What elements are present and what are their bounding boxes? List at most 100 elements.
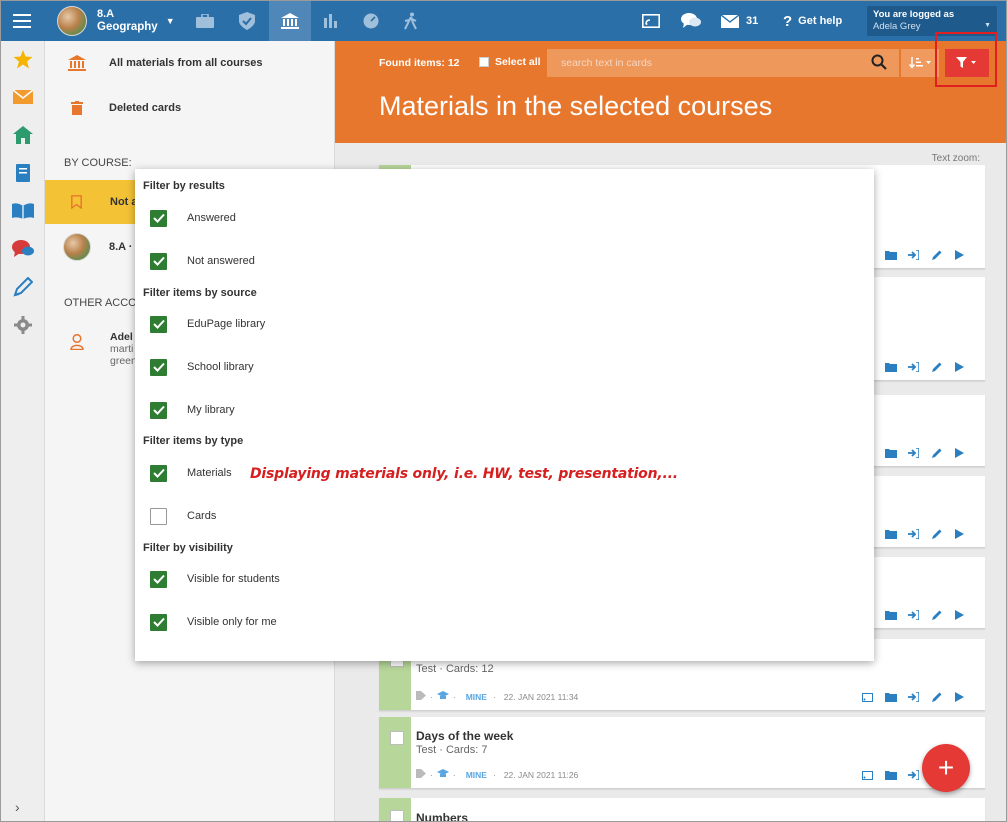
text-zoom-label: Text zoom: bbox=[931, 153, 980, 164]
filter-group-title: Filter items by type bbox=[143, 435, 244, 447]
pencil-icon[interactable] bbox=[925, 609, 948, 621]
user-icon bbox=[70, 333, 84, 353]
subject-name: Geography bbox=[97, 21, 158, 33]
tag-icon[interactable] bbox=[416, 769, 426, 780]
card-subtitle: Test · Cards: 7 bbox=[416, 744, 488, 756]
play-icon[interactable] bbox=[948, 528, 971, 540]
help-label: Get help bbox=[798, 15, 843, 27]
play-icon[interactable] bbox=[948, 249, 971, 261]
deleted-cards-label: Deleted cards bbox=[109, 102, 182, 114]
shield-check-icon[interactable] bbox=[227, 1, 267, 41]
chat-bubbles-icon[interactable] bbox=[671, 1, 711, 41]
card-actions bbox=[879, 609, 971, 621]
by-course-heading: BY COURSE: bbox=[64, 157, 132, 169]
sign-in-icon[interactable] bbox=[902, 691, 925, 703]
sort-button[interactable] bbox=[901, 49, 939, 77]
play-icon[interactable] bbox=[948, 361, 971, 373]
folder-icon[interactable] bbox=[879, 528, 902, 540]
notebook-icon[interactable] bbox=[11, 161, 35, 185]
course-selector[interactable]: 8.A Geography ▼ bbox=[45, 1, 185, 41]
sign-in-icon[interactable] bbox=[902, 361, 925, 373]
search-input[interactable]: search text in cards bbox=[547, 49, 899, 77]
messages-button[interactable]: 31 bbox=[721, 1, 758, 41]
help-button[interactable]: ? Get help bbox=[783, 1, 842, 41]
play-icon[interactable] bbox=[948, 447, 971, 459]
screen-cast-icon[interactable] bbox=[856, 769, 879, 781]
screen-cast-icon[interactable] bbox=[631, 1, 671, 41]
filter-visible-students[interactable]: Visible for students bbox=[150, 570, 280, 588]
material-card[interactable]: Days of the week Test · Cards: 7 · · MIN… bbox=[379, 717, 985, 789]
bar-chart-icon[interactable] bbox=[311, 1, 351, 41]
graduation-cap-icon[interactable] bbox=[436, 691, 449, 702]
filter-not-answered[interactable]: Not answered bbox=[150, 252, 255, 270]
folder-icon[interactable] bbox=[879, 361, 902, 373]
gear-icon[interactable] bbox=[11, 313, 35, 337]
filter-edupage-library[interactable]: EduPage library bbox=[150, 315, 265, 333]
folder-icon[interactable] bbox=[879, 609, 902, 621]
filter-materials[interactable]: Materials bbox=[150, 464, 232, 482]
material-card[interactable]: Numbers bbox=[379, 798, 985, 821]
filter-visible-me[interactable]: Visible only for me bbox=[150, 613, 277, 631]
filter-label: School library bbox=[187, 361, 254, 373]
envelope-icon[interactable] bbox=[11, 85, 35, 109]
all-materials-link[interactable]: All materials from all courses bbox=[45, 48, 335, 78]
deleted-cards-link[interactable]: Deleted cards bbox=[45, 93, 335, 123]
chat-icon[interactable] bbox=[11, 237, 35, 261]
pen-icon[interactable] bbox=[11, 275, 35, 299]
filter-group-title: Filter items by source bbox=[143, 287, 257, 299]
folder-icon[interactable] bbox=[879, 691, 902, 703]
menu-icon[interactable] bbox=[1, 1, 43, 41]
home-icon[interactable] bbox=[11, 123, 35, 147]
speedometer-icon[interactable] bbox=[351, 1, 391, 41]
checkbox-checked-icon bbox=[150, 613, 167, 631]
chevron-right-icon[interactable]: › bbox=[15, 799, 20, 815]
highlight-box bbox=[935, 32, 997, 87]
sign-in-icon[interactable] bbox=[902, 609, 925, 621]
institution-icon[interactable] bbox=[269, 1, 311, 41]
open-book-icon[interactable] bbox=[11, 199, 35, 223]
top-bar: 8.A Geography ▼ 31 ? Get help You are lo… bbox=[1, 1, 1006, 41]
all-materials-label: All materials from all courses bbox=[109, 57, 263, 69]
folder-icon[interactable] bbox=[879, 769, 902, 781]
search-icon[interactable] bbox=[871, 54, 887, 73]
course-item-label: 8.A · bbox=[109, 241, 133, 253]
filter-my-library[interactable]: My library bbox=[150, 401, 235, 419]
checkbox-checked-icon bbox=[150, 358, 167, 376]
tag-icon[interactable] bbox=[416, 691, 426, 702]
card-checkbox[interactable] bbox=[390, 810, 404, 821]
play-icon[interactable] bbox=[948, 691, 971, 703]
pencil-icon[interactable] bbox=[925, 528, 948, 540]
pencil-icon[interactable] bbox=[925, 249, 948, 261]
walking-icon[interactable] bbox=[391, 1, 431, 41]
caret-down-icon: ▼ bbox=[165, 16, 175, 26]
sign-in-icon[interactable] bbox=[902, 249, 925, 261]
sign-in-icon[interactable] bbox=[902, 447, 925, 459]
filter-popup: Filter by results Answered Not answered … bbox=[135, 169, 874, 661]
sign-in-icon[interactable] bbox=[902, 528, 925, 540]
pencil-icon[interactable] bbox=[925, 361, 948, 373]
graduation-cap-icon[interactable] bbox=[436, 769, 449, 780]
filter-label: Materials bbox=[187, 467, 232, 479]
page-title: Materials in the selected courses bbox=[379, 91, 773, 121]
play-icon[interactable] bbox=[948, 609, 971, 621]
checkbox-checked-icon bbox=[150, 401, 167, 419]
account-detail: marti bbox=[110, 343, 134, 355]
briefcase-icon[interactable] bbox=[185, 1, 225, 41]
trash-icon bbox=[45, 101, 109, 115]
add-button[interactable]: + bbox=[922, 744, 970, 792]
pencil-icon[interactable] bbox=[925, 691, 948, 703]
screen-cast-icon[interactable] bbox=[856, 691, 879, 703]
card-checkbox[interactable] bbox=[390, 731, 404, 745]
folder-icon[interactable] bbox=[879, 249, 902, 261]
filter-label: My library bbox=[187, 404, 235, 416]
star-icon[interactable] bbox=[11, 47, 35, 71]
card-date: 22. JAN 2021 11:34 bbox=[503, 691, 579, 702]
folder-icon[interactable] bbox=[879, 447, 902, 459]
filter-school-library[interactable]: School library bbox=[150, 358, 254, 376]
pencil-icon[interactable] bbox=[925, 447, 948, 459]
select-all-checkbox[interactable]: Select all bbox=[479, 56, 541, 68]
filter-cards[interactable]: Cards bbox=[150, 507, 216, 525]
filter-answered[interactable]: Answered bbox=[150, 209, 236, 227]
annotation-text: Displaying materials only, i.e. HW, test… bbox=[250, 466, 678, 482]
checkbox-checked-icon bbox=[150, 464, 167, 482]
